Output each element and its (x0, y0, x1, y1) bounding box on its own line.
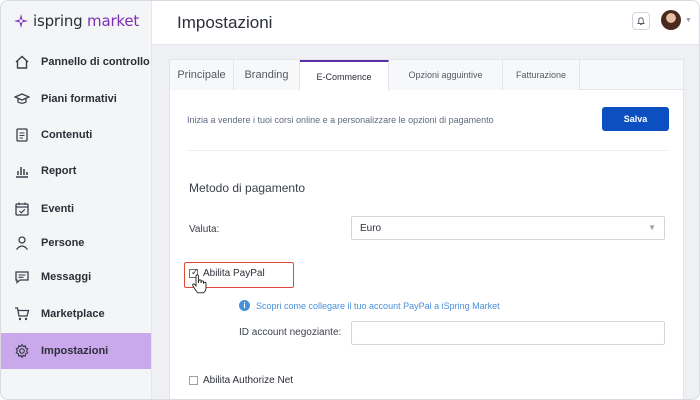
logo-text-prefix: ispring (33, 12, 83, 30)
paypal-help-link[interactable]: Scopri come collegare il tuo account Pay… (256, 301, 500, 311)
top-header: Impostazioni ▼ (152, 1, 699, 45)
currency-label: Valuta: (189, 224, 220, 235)
person-icon (14, 235, 30, 251)
info-icon: i (239, 300, 250, 311)
ispring-logo-icon (14, 14, 28, 28)
save-button[interactable]: Salva (602, 107, 669, 131)
chevron-down-icon[interactable]: ▼ (685, 17, 692, 24)
sidebar-item-piani-formativi[interactable]: Piani formativi (1, 82, 151, 116)
home-icon (14, 54, 30, 70)
authorize-net-checkbox[interactable] (189, 376, 198, 385)
merchant-id-input[interactable] (351, 321, 665, 345)
sidebar-item-marketplace[interactable]: Marketplace (1, 297, 151, 331)
tab-opzioni-aggiuntive[interactable]: Opzioni agguintive (389, 60, 503, 90)
currency-select[interactable]: Euro ▼ (351, 216, 665, 240)
tab-bar: Principale Branding E-Commence Opzioni a… (170, 60, 683, 91)
sidebar-item-pannello-di-controllo[interactable]: Pannello di controllo (1, 45, 151, 79)
document-icon (14, 127, 30, 143)
authorize-net-label[interactable]: Abilita Authorize Net (203, 375, 293, 386)
tab-e-commerce[interactable]: E-Commence (300, 60, 389, 91)
intro-text: Inizia a vendere i tuoi corsi online e a… (187, 115, 494, 125)
avatar[interactable] (661, 10, 681, 30)
page-title: Impostazioni (177, 13, 273, 32)
bell-icon (637, 17, 645, 25)
sidebar-item-label: Messaggi (41, 271, 92, 283)
gear-icon (14, 343, 30, 359)
sidebar-item-label: Marketplace (41, 308, 105, 320)
sidebar: ispring market Pannello di controllo Pia… (1, 1, 152, 399)
notifications-button[interactable] (632, 12, 650, 30)
merchant-id-label: ID account negoziante: (239, 327, 342, 338)
logo-text: ispring market (33, 12, 139, 30)
sidebar-item-label: Persone (41, 237, 85, 249)
tab-fatturazione[interactable]: Fatturazione (503, 60, 580, 90)
sidebar-item-label: Eventi (41, 203, 75, 215)
hand-cursor-icon (192, 274, 207, 294)
sidebar-item-label: Contenuti (41, 129, 93, 141)
logo-text-suffix: market (82, 12, 140, 30)
tab-principale[interactable]: Principale (170, 60, 234, 90)
sidebar-item-label: Impostazioni (41, 345, 109, 357)
sidebar-item-report[interactable]: Report (1, 154, 151, 188)
sidebar-item-label: Piani formativi (41, 93, 117, 105)
calendar-icon (14, 201, 30, 217)
cart-icon (14, 306, 30, 322)
app-window: ispring market Pannello di controllo Pia… (0, 0, 700, 400)
sidebar-item-eventi[interactable]: Eventi (1, 192, 151, 226)
paypal-label[interactable]: Abilita PayPal (203, 268, 265, 279)
logo[interactable]: ispring market (13, 11, 139, 31)
sidebar-item-label: Report (41, 165, 77, 177)
chevron-down-icon: ▼ (648, 223, 656, 232)
divider (187, 150, 668, 151)
sidebar-item-messaggi[interactable]: Messaggi (1, 260, 151, 294)
message-icon (14, 269, 30, 285)
sidebar-item-impostazioni[interactable]: Impostazioni (1, 333, 151, 369)
tab-branding[interactable]: Branding (234, 60, 300, 90)
sidebar-item-label: Pannello di controllo (41, 56, 150, 68)
sidebar-item-contenuti[interactable]: Contenuti (1, 118, 151, 152)
settings-panel: Principale Branding E-Commence Opzioni a… (169, 59, 684, 399)
graduation-cap-icon (14, 91, 30, 107)
currency-value: Euro (360, 222, 382, 234)
section-title: Metodo di pagamento (189, 181, 306, 195)
sidebar-item-persone[interactable]: Persone (1, 226, 151, 260)
bar-chart-icon (14, 163, 30, 179)
